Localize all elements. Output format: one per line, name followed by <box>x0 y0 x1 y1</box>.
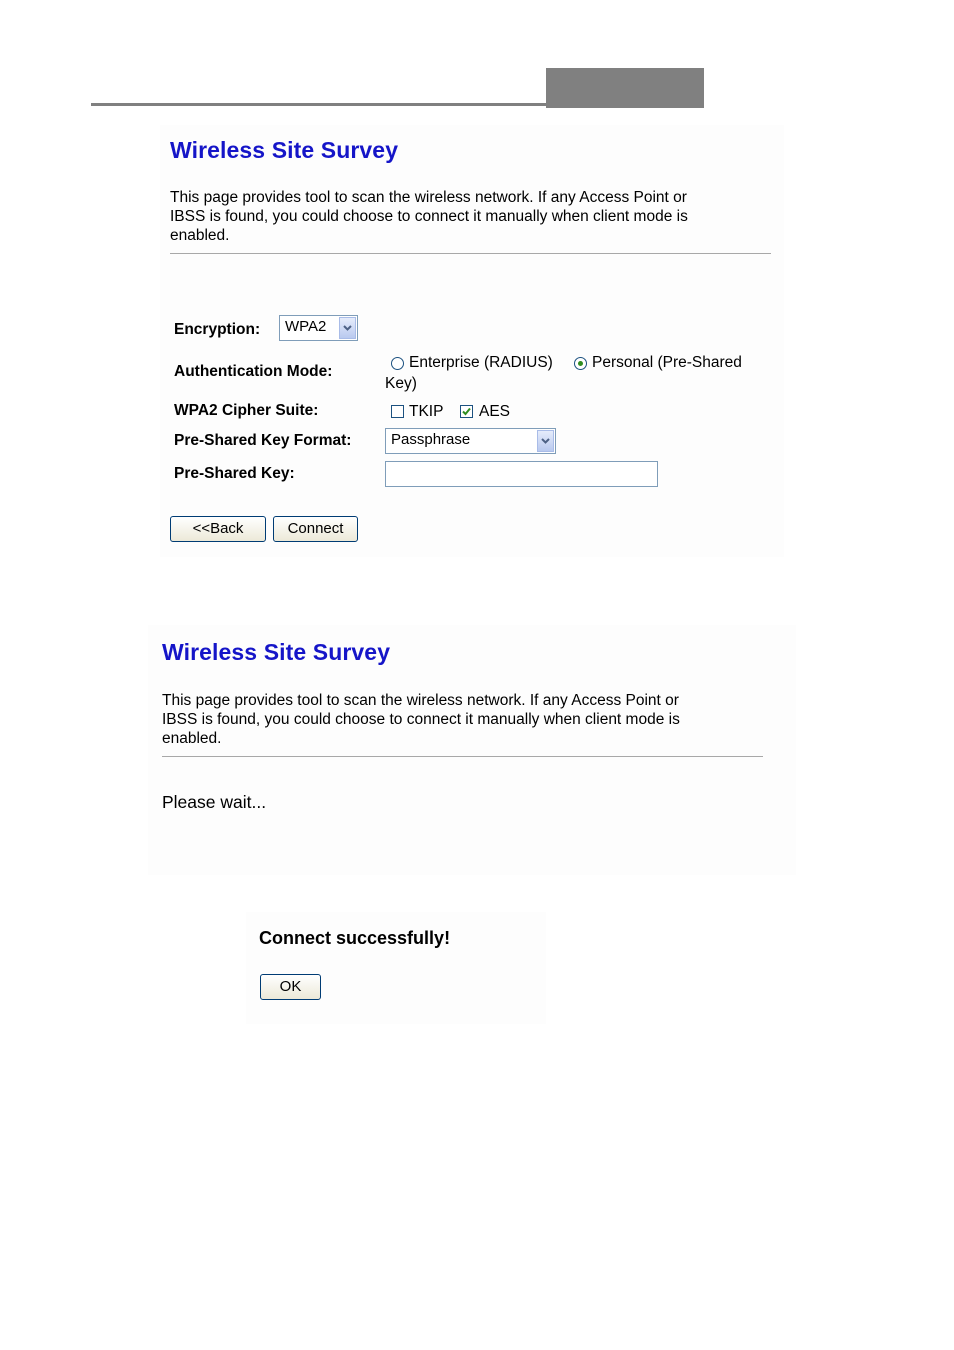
aes-label: AES <box>479 403 511 420</box>
psk-format-select[interactable]: Passphrase <box>385 428 556 454</box>
back-button[interactable]: <<Back <box>170 516 266 542</box>
auth-personal-radio[interactable] <box>574 357 587 370</box>
page-description: This page provides tool to scan the wire… <box>162 692 680 747</box>
connect-button[interactable]: Connect <box>273 516 358 542</box>
header-rule <box>91 103 547 106</box>
page-title: Wireless Site Survey <box>162 639 391 665</box>
aes-checkbox[interactable] <box>460 405 473 418</box>
psk-label: Pre-Shared Key: <box>174 465 295 482</box>
header-block <box>546 68 704 108</box>
ok-button[interactable]: OK <box>260 974 321 1000</box>
divider <box>170 253 771 254</box>
radio-selected-dot <box>578 361 583 366</box>
site-survey-connect-panel: Wireless Site Survey This page provides … <box>160 125 784 557</box>
chevron-down-icon <box>339 317 356 339</box>
tkip-label: TKIP <box>409 403 444 420</box>
chevron-down-icon <box>537 430 554 452</box>
auth-enterprise-radio[interactable] <box>391 357 404 370</box>
auth-personal-label-wrap: Key) <box>385 375 417 392</box>
site-survey-wait-panel: Wireless Site Survey This page provides … <box>148 625 796 875</box>
psk-input[interactable] <box>385 461 658 487</box>
auth-mode-label: Authentication Mode: <box>174 363 333 380</box>
auth-enterprise-label: Enterprise (RADIUS) <box>409 354 553 371</box>
cipher-suite-label: WPA2 Cipher Suite: <box>174 402 319 419</box>
auth-personal-label: Personal (Pre-Shared <box>592 354 742 371</box>
page-description: This page provides tool to scan the wire… <box>170 189 688 244</box>
connect-success-panel: Connect successfully! OK <box>246 912 546 1024</box>
encryption-label: Encryption: <box>174 321 261 338</box>
check-icon <box>462 407 471 416</box>
divider <box>162 756 763 757</box>
success-message: Connect successfully! <box>259 928 451 948</box>
page-title: Wireless Site Survey <box>170 137 399 163</box>
status-text: Please wait... <box>162 792 267 812</box>
psk-format-label: Pre-Shared Key Format: <box>174 432 352 449</box>
encryption-select[interactable]: WPA2 <box>279 315 358 341</box>
tkip-checkbox[interactable] <box>391 405 404 418</box>
